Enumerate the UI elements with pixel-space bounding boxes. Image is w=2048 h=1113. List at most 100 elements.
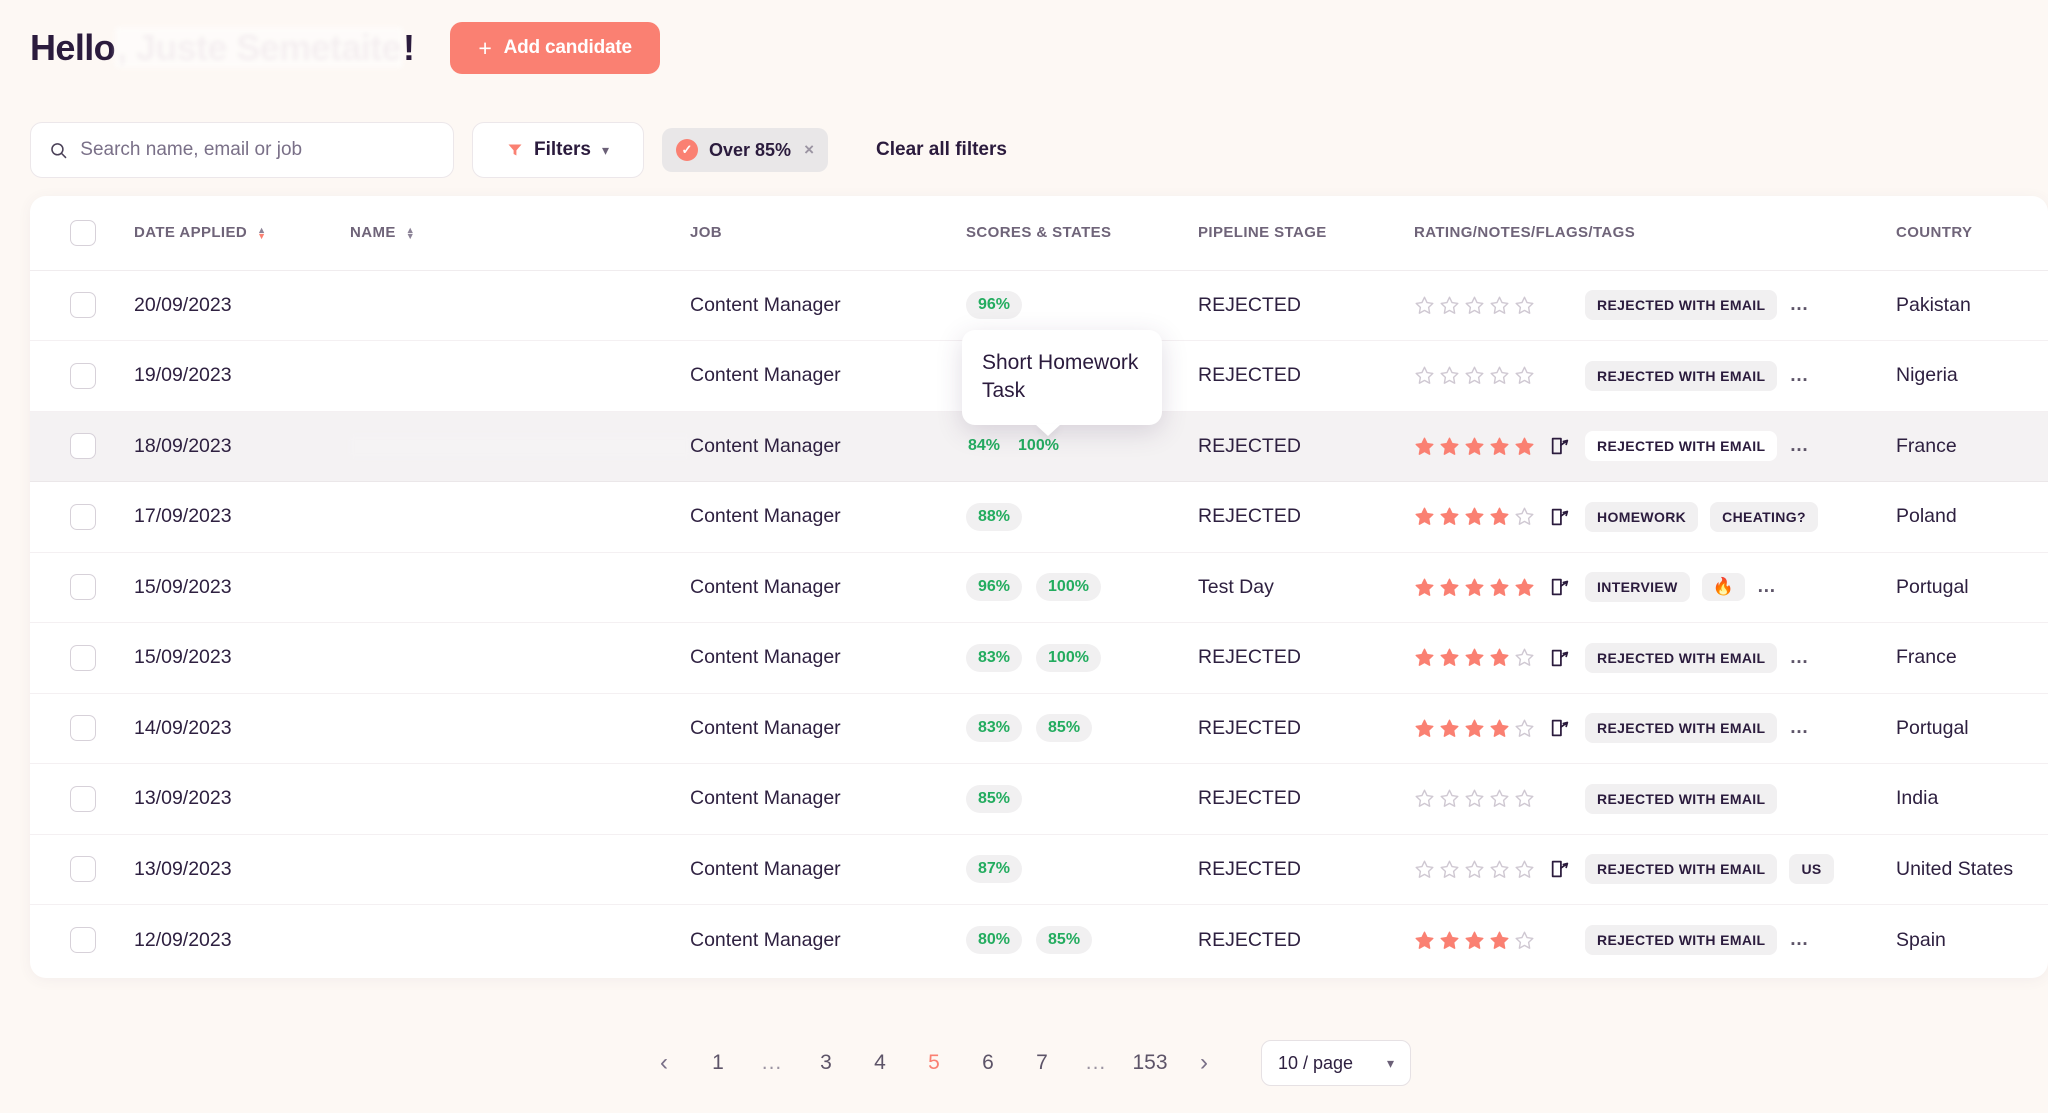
row-checkbox[interactable] bbox=[70, 856, 96, 883]
star-icon[interactable] bbox=[1414, 436, 1435, 457]
star-icon[interactable] bbox=[1414, 930, 1435, 951]
star-icon[interactable] bbox=[1514, 859, 1535, 880]
star-icon[interactable] bbox=[1464, 436, 1485, 457]
more-tags-indicator[interactable]: … bbox=[1757, 576, 1777, 598]
pagination-page-1[interactable]: 1 bbox=[699, 1044, 737, 1082]
sort-name-icon[interactable]: ▲ ▼ bbox=[406, 225, 415, 240]
star-icon[interactable] bbox=[1464, 930, 1485, 951]
table-row[interactable]: 13/09/2023 Content Manager 87% REJECTED REJ… bbox=[30, 834, 2048, 905]
star-icon[interactable] bbox=[1464, 577, 1485, 598]
row-checkbox[interactable] bbox=[70, 785, 96, 812]
tag-badge[interactable]: US bbox=[1789, 854, 1834, 885]
pagination-prev[interactable]: ‹ bbox=[645, 1044, 683, 1082]
note-edit-icon[interactable] bbox=[1549, 506, 1571, 528]
tag-badge[interactable]: HOMEWORK bbox=[1585, 501, 1699, 532]
table-row[interactable]: 13/09/2023 Content Manager 85% REJECTED REJ… bbox=[30, 763, 2048, 835]
star-icon[interactable] bbox=[1514, 506, 1535, 527]
more-tags-indicator[interactable]: … bbox=[1789, 365, 1809, 387]
star-icon[interactable] bbox=[1489, 718, 1510, 739]
star-icon[interactable] bbox=[1514, 295, 1535, 316]
filters-button[interactable]: Filters ▾ bbox=[472, 122, 644, 178]
row-checkbox[interactable] bbox=[70, 362, 96, 389]
more-tags-indicator[interactable]: … bbox=[1789, 717, 1809, 739]
per-page-select[interactable]: 10 / page ▾ bbox=[1261, 1040, 1411, 1086]
star-icon[interactable] bbox=[1464, 506, 1485, 527]
star-icon[interactable] bbox=[1439, 788, 1460, 809]
star-icon[interactable] bbox=[1514, 647, 1535, 668]
star-icon[interactable] bbox=[1489, 577, 1510, 598]
more-tags-indicator[interactable]: … bbox=[1789, 294, 1809, 316]
table-row[interactable]: 17/09/2023 Content Manager 88% REJECTED HOM… bbox=[30, 481, 2048, 553]
table-row[interactable]: 14/09/2023 Content Manager 83% 85% REJECTED… bbox=[30, 693, 2048, 764]
pagination-page-5[interactable]: 5 bbox=[915, 1044, 953, 1082]
star-icon[interactable] bbox=[1489, 365, 1510, 386]
table-row[interactable]: 15/09/2023 Content Manager 96% 100% Test Da… bbox=[30, 552, 2048, 623]
tag-flame-icon[interactable]: 🔥 bbox=[1701, 573, 1745, 602]
tag-badge[interactable]: REJECTED WITH EMAIL bbox=[1585, 854, 1778, 885]
star-icon[interactable] bbox=[1439, 859, 1460, 880]
tag-badge[interactable]: REJECTED WITH EMAIL bbox=[1585, 431, 1778, 462]
star-icon[interactable] bbox=[1414, 506, 1435, 527]
star-icon[interactable] bbox=[1464, 365, 1485, 386]
star-rating[interactable] bbox=[1414, 647, 1535, 668]
pagination-page-6[interactable]: 6 bbox=[969, 1044, 1007, 1082]
tag-badge[interactable]: REJECTED WITH EMAIL bbox=[1585, 360, 1778, 391]
sort-date-icon[interactable]: ▲ ▼ bbox=[257, 225, 266, 240]
star-icon[interactable] bbox=[1489, 788, 1510, 809]
star-icon[interactable] bbox=[1514, 718, 1535, 739]
star-icon[interactable] bbox=[1464, 718, 1485, 739]
star-rating[interactable] bbox=[1414, 788, 1535, 809]
star-rating[interactable] bbox=[1414, 506, 1535, 527]
table-row[interactable]: 15/09/2023 Content Manager 83% 100% REJECTE… bbox=[30, 622, 2048, 694]
star-icon[interactable] bbox=[1464, 859, 1485, 880]
row-checkbox[interactable] bbox=[70, 644, 96, 671]
cell-name[interactable] bbox=[350, 481, 690, 553]
cell-name[interactable] bbox=[350, 340, 690, 412]
remove-filter-icon[interactable]: × bbox=[804, 140, 814, 160]
star-rating[interactable] bbox=[1414, 295, 1535, 316]
clear-all-filters-button[interactable]: Clear all filters bbox=[876, 139, 1007, 161]
star-icon[interactable] bbox=[1414, 295, 1435, 316]
pagination-next[interactable]: › bbox=[1185, 1044, 1223, 1082]
star-icon[interactable] bbox=[1439, 365, 1460, 386]
star-icon[interactable] bbox=[1439, 295, 1460, 316]
note-edit-icon[interactable] bbox=[1549, 858, 1571, 880]
star-rating[interactable] bbox=[1414, 718, 1535, 739]
table-row[interactable]: 12/09/2023 Content Manager 80% 85% REJECTED… bbox=[30, 905, 2048, 976]
star-icon[interactable] bbox=[1414, 577, 1435, 598]
more-tags-indicator[interactable]: … bbox=[1789, 647, 1809, 669]
tag-badge[interactable]: REJECTED WITH EMAIL bbox=[1585, 925, 1778, 955]
row-checkbox[interactable] bbox=[70, 574, 96, 601]
star-rating[interactable] bbox=[1414, 930, 1535, 951]
star-icon[interactable] bbox=[1489, 930, 1510, 951]
tag-badge[interactable]: REJECTED WITH EMAIL bbox=[1585, 290, 1778, 321]
star-rating[interactable] bbox=[1414, 859, 1535, 880]
tag-badge[interactable]: REJECTED WITH EMAIL bbox=[1585, 642, 1778, 673]
cell-name[interactable] bbox=[350, 763, 690, 835]
cell-name[interactable] bbox=[350, 411, 690, 482]
pagination-page-4[interactable]: 4 bbox=[861, 1044, 899, 1082]
cell-name[interactable] bbox=[350, 693, 690, 764]
star-icon[interactable] bbox=[1489, 859, 1510, 880]
tag-badge[interactable]: INTERVIEW bbox=[1585, 572, 1690, 603]
tag-badge[interactable]: REJECTED WITH EMAIL bbox=[1585, 713, 1778, 744]
pagination-page-3[interactable]: 3 bbox=[807, 1044, 845, 1082]
note-edit-icon[interactable] bbox=[1549, 435, 1571, 457]
star-icon[interactable] bbox=[1489, 436, 1510, 457]
star-icon[interactable] bbox=[1489, 506, 1510, 527]
star-icon[interactable] bbox=[1439, 506, 1460, 527]
star-icon[interactable] bbox=[1414, 365, 1435, 386]
star-icon[interactable] bbox=[1439, 930, 1460, 951]
row-checkbox[interactable] bbox=[70, 433, 96, 460]
pagination-page-7[interactable]: 7 bbox=[1023, 1044, 1061, 1082]
star-rating[interactable] bbox=[1414, 436, 1535, 457]
cell-name[interactable] bbox=[350, 270, 690, 341]
column-header-date[interactable]: DATE APPLIED ▲ ▼ bbox=[134, 196, 350, 271]
star-icon[interactable] bbox=[1489, 295, 1510, 316]
star-icon[interactable] bbox=[1439, 577, 1460, 598]
add-candidate-button[interactable]: + Add candidate bbox=[450, 22, 660, 74]
pagination-page-153[interactable]: 153 bbox=[1131, 1044, 1169, 1082]
row-checkbox[interactable] bbox=[70, 715, 96, 742]
search-input[interactable] bbox=[80, 139, 435, 161]
cell-name[interactable] bbox=[350, 552, 690, 623]
